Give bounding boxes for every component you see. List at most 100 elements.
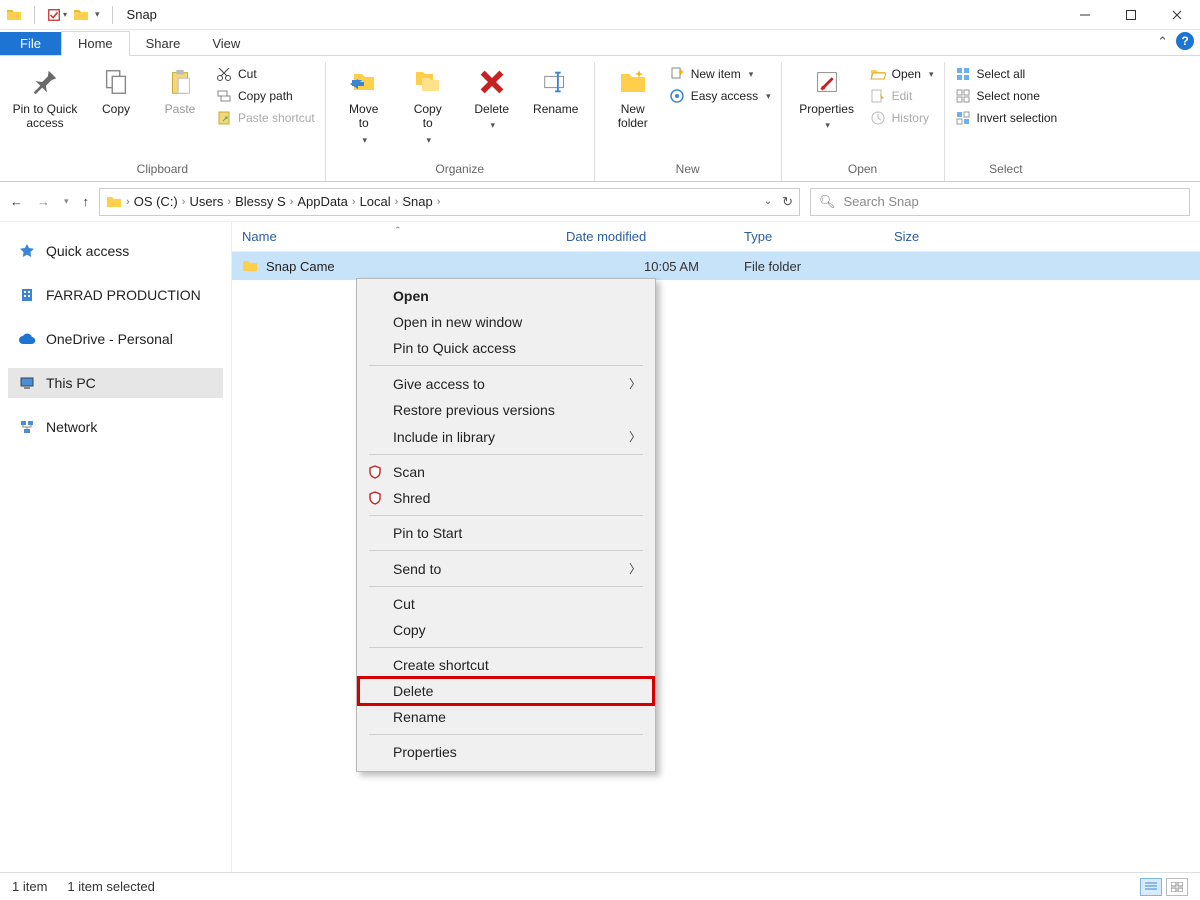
ctx-properties[interactable]: Properties <box>359 739 653 765</box>
tab-home[interactable]: Home <box>61 31 130 56</box>
paste-shortcut-button[interactable]: Paste shortcut <box>216 110 315 126</box>
select-none-button[interactable]: Select none <box>955 88 1058 104</box>
ctx-include-in-library[interactable]: Include in library〉 <box>359 423 653 450</box>
file-type: File folder <box>734 259 884 274</box>
new-item-button[interactable]: New item▾ <box>669 66 771 82</box>
delete-icon <box>476 66 508 98</box>
ctx-scan[interactable]: Scan <box>359 459 653 485</box>
sidebar-farrad[interactable]: FARRAD PRODUCTION <box>8 280 223 310</box>
sidebar-quick-access[interactable]: Quick access <box>8 236 223 266</box>
delete-button[interactable]: Delete▾ <box>464 62 520 131</box>
recent-dropdown-icon[interactable]: ▾ <box>64 196 69 207</box>
sidebar-this-pc[interactable]: This PC <box>8 368 223 398</box>
file-row[interactable]: Snap Came 10:05 AM File folder <box>232 252 1200 280</box>
breadcrumb-item[interactable]: Local › <box>360 194 399 209</box>
thumbnails-view-button[interactable] <box>1166 878 1188 896</box>
breadcrumb-item[interactable]: AppData › <box>297 194 355 209</box>
maximize-button[interactable] <box>1108 0 1154 30</box>
collapse-ribbon-icon[interactable]: ⌃ <box>1157 34 1168 50</box>
ctx-shred[interactable]: Shred <box>359 485 653 511</box>
ribbon-group-select: Select all Select none Invert selection … <box>945 62 1068 181</box>
easy-access-button[interactable]: Easy access▾ <box>669 88 771 104</box>
star-icon <box>18 242 36 260</box>
edit-button[interactable]: Edit <box>870 88 934 104</box>
new-folder-icon <box>617 66 649 98</box>
ctx-rename[interactable]: Rename <box>359 704 653 730</box>
tab-share[interactable]: Share <box>130 32 197 55</box>
history-button[interactable]: History <box>870 110 934 126</box>
ctx-pin-to-start[interactable]: Pin to Start <box>359 520 653 546</box>
pin-icon <box>29 66 61 98</box>
shield-icon <box>367 490 383 506</box>
ctx-pin-quick-access[interactable]: Pin to Quick access <box>359 335 653 361</box>
address-bar[interactable]: › OS (C:) › Users › Blessy S › AppData ›… <box>99 188 800 216</box>
ribbon-group-clipboard: Pin to Quick access Copy Paste Cut Copy … <box>0 62 326 181</box>
breadcrumb-item[interactable]: Snap › <box>402 194 440 209</box>
copy-button[interactable]: Copy <box>88 62 144 116</box>
new-item-icon <box>669 66 685 82</box>
copy-icon <box>100 66 132 98</box>
select-none-icon <box>955 88 971 104</box>
new-folder-button[interactable]: New folder <box>605 62 661 131</box>
status-item-count: 1 item <box>12 879 47 894</box>
column-header-size[interactable]: Size <box>884 229 974 244</box>
column-header-name[interactable]: Name⌃ <box>232 229 556 244</box>
paste-icon <box>164 66 196 98</box>
navigation-pane: Quick access FARRAD PRODUCTION OneDrive … <box>0 222 232 872</box>
address-dropdown-icon[interactable]: ⌄ <box>764 196 772 207</box>
paste-button[interactable]: Paste <box>152 62 208 116</box>
ctx-send-to[interactable]: Send to〉 <box>359 555 653 582</box>
sidebar-onedrive[interactable]: OneDrive - Personal <box>8 324 223 354</box>
qat-toggle-icon[interactable]: ▾ <box>47 8 67 22</box>
breadcrumb-item[interactable]: Users › <box>189 194 231 209</box>
invert-selection-button[interactable]: Invert selection <box>955 110 1058 126</box>
move-to-icon <box>348 66 380 98</box>
status-selected-count: 1 item selected <box>67 879 154 894</box>
refresh-button[interactable]: ↻ <box>782 194 793 210</box>
select-all-button[interactable]: Select all <box>955 66 1058 82</box>
copy-to-button[interactable]: Copy to▾ <box>400 62 456 146</box>
ctx-delete[interactable]: Delete <box>359 678 653 704</box>
help-icon[interactable]: ? <box>1176 32 1194 50</box>
forward-button[interactable]: → <box>37 194 50 209</box>
ctx-give-access-to[interactable]: Give access to〉 <box>359 370 653 397</box>
breadcrumb-item[interactable]: OS (C:) › <box>134 194 186 209</box>
pin-to-quick-access-button[interactable]: Pin to Quick access <box>10 62 80 131</box>
sidebar-network[interactable]: Network <box>8 412 223 442</box>
copy-path-button[interactable]: Copy path <box>216 88 315 104</box>
properties-button[interactable]: Properties▾ <box>792 62 862 131</box>
column-header-date[interactable]: Date modified <box>556 229 734 244</box>
folder-icon <box>6 7 22 23</box>
move-to-button[interactable]: Move to▾ <box>336 62 392 146</box>
back-button[interactable]: ← <box>10 194 23 209</box>
minimize-button[interactable] <box>1062 0 1108 30</box>
search-input[interactable]: 🔍︎ Search Snap <box>810 188 1190 216</box>
ctx-restore-previous[interactable]: Restore previous versions <box>359 397 653 423</box>
rename-button[interactable]: Rename <box>528 62 584 116</box>
cut-button[interactable]: Cut <box>216 66 315 82</box>
up-button[interactable]: ↑ <box>83 194 90 209</box>
qat-dropdown-icon[interactable]: ▾ <box>95 9 100 20</box>
open-button[interactable]: Open▾ <box>870 66 934 82</box>
close-button[interactable] <box>1154 0 1200 30</box>
ctx-copy[interactable]: Copy <box>359 617 653 643</box>
cut-icon <box>216 66 232 82</box>
ribbon: Pin to Quick access Copy Paste Cut Copy … <box>0 56 1200 182</box>
cloud-icon <box>18 330 36 348</box>
invert-selection-icon <box>955 110 971 126</box>
breadcrumb-item[interactable]: Blessy S › <box>235 194 293 209</box>
ctx-create-shortcut[interactable]: Create shortcut <box>359 652 653 678</box>
tab-view[interactable]: View <box>196 32 256 55</box>
status-bar: 1 item 1 item selected <box>0 872 1200 900</box>
folder-icon <box>73 7 89 23</box>
ctx-cut[interactable]: Cut <box>359 591 653 617</box>
ctx-open-new-window[interactable]: Open in new window <box>359 309 653 335</box>
details-view-button[interactable] <box>1140 878 1162 896</box>
tab-file[interactable]: File <box>0 32 61 55</box>
select-all-icon <box>955 66 971 82</box>
column-header-type[interactable]: Type <box>734 229 884 244</box>
ctx-open[interactable]: Open <box>359 283 653 309</box>
ribbon-group-new: New folder New item▾ Easy access▾ New <box>595 62 782 181</box>
window-title: Snap <box>127 7 157 22</box>
titlebar: ▾ ▾ Snap <box>0 0 1200 30</box>
